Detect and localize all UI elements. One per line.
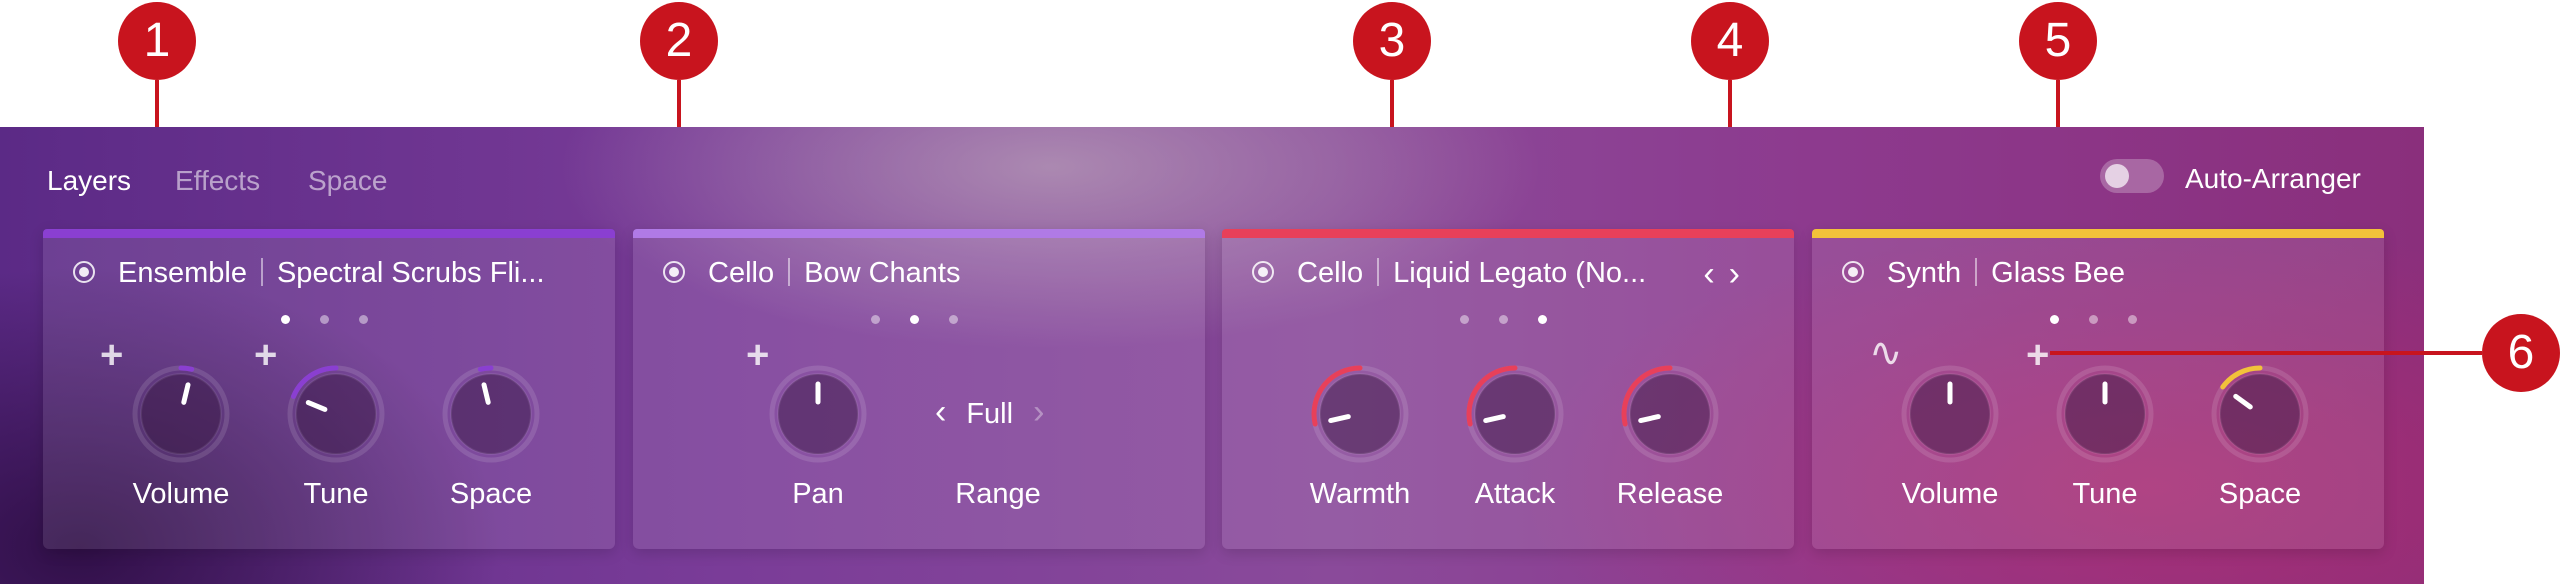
layer-title[interactable]: Cello Liquid Legato (No... bbox=[1297, 257, 1646, 290]
layer-power-button[interactable] bbox=[1842, 261, 1864, 283]
preset-prev-chevron-icon[interactable]: ‹ bbox=[1703, 255, 1728, 293]
preset-nav[interactable]: ‹› bbox=[1703, 255, 1754, 294]
page-dot-3[interactable] bbox=[2128, 315, 2137, 324]
layer-accent-strip bbox=[1222, 229, 1794, 238]
layer-accent-strip bbox=[43, 229, 615, 238]
knob-release[interactable] bbox=[1615, 359, 1725, 469]
page-dot-2[interactable] bbox=[910, 315, 919, 324]
page-dot-3[interactable] bbox=[1538, 315, 1547, 324]
instrument-name: Synth bbox=[1887, 257, 1962, 289]
callout-3: 3 bbox=[1353, 2, 1431, 80]
add-modulation-icon[interactable]: + bbox=[254, 335, 277, 375]
range-selector[interactable]: ‹ Full › bbox=[915, 393, 1064, 432]
range-next-chevron-icon[interactable]: › bbox=[1033, 393, 1044, 432]
layer-card-1: Ensemble Spectral Scrubs Fli... + + Volum… bbox=[43, 229, 615, 549]
knob-body bbox=[1319, 373, 1401, 455]
auto-arranger-label: Auto-Arranger bbox=[2185, 163, 2361, 194]
title-separator bbox=[788, 258, 791, 286]
knob-tune[interactable] bbox=[281, 359, 391, 469]
preset-name: Bow Chants bbox=[804, 257, 961, 289]
add-modulation-icon[interactable]: + bbox=[100, 335, 123, 375]
knob-label: Warmth bbox=[1309, 478, 1411, 510]
preset-name: Glass Bee bbox=[1991, 257, 2125, 289]
layers-panel: Layers Effects Space Auto-Arranger Ensem… bbox=[0, 127, 2424, 584]
layer-accent-strip bbox=[633, 229, 1205, 238]
preset-name: Liquid Legato (No... bbox=[1393, 257, 1647, 289]
knob-body bbox=[450, 373, 532, 455]
range-value: Full bbox=[966, 398, 1014, 430]
knob-value-arc bbox=[178, 365, 195, 372]
knob-label: Attack bbox=[1474, 478, 1556, 510]
tab-layers[interactable]: Layers bbox=[47, 165, 131, 197]
layer-card-4: Synth Glass Bee ∿ + Volume Tune Space bbox=[1812, 229, 2384, 549]
callout-4: 4 bbox=[1691, 2, 1769, 80]
range-label: Range bbox=[955, 478, 1041, 510]
add-modulation-icon[interactable]: + bbox=[2026, 335, 2049, 375]
knob-body bbox=[140, 373, 222, 455]
page-dot-2[interactable] bbox=[320, 315, 329, 324]
knob-label: Pan bbox=[792, 478, 844, 510]
knob-warmth[interactable] bbox=[1305, 359, 1415, 469]
knob-label: Release bbox=[1616, 478, 1724, 510]
knob-label: Tune bbox=[303, 478, 369, 510]
knob-value-arc bbox=[477, 365, 494, 372]
page-dot-3[interactable] bbox=[359, 315, 368, 324]
page-dot-1[interactable] bbox=[871, 315, 880, 324]
layer-title[interactable]: Cello Bow Chants bbox=[708, 257, 960, 290]
callout-2: 2 bbox=[640, 2, 718, 80]
layer-power-button[interactable] bbox=[663, 261, 685, 283]
page-dot-2[interactable] bbox=[2089, 315, 2098, 324]
knob-volume[interactable] bbox=[126, 359, 236, 469]
knob-body bbox=[2219, 373, 2301, 455]
knob-label: Space bbox=[2218, 478, 2302, 510]
layer-power-button[interactable] bbox=[1252, 261, 1274, 283]
page-dot-1[interactable] bbox=[2050, 315, 2059, 324]
page-dot-1[interactable] bbox=[281, 315, 290, 324]
layer-accent-strip bbox=[1812, 229, 2384, 238]
page-dots[interactable] bbox=[871, 315, 958, 327]
knob-label: Volume bbox=[1901, 478, 1999, 510]
layer-power-button[interactable] bbox=[73, 261, 95, 283]
instrument-name: Ensemble bbox=[118, 257, 247, 289]
page-dot-3[interactable] bbox=[949, 315, 958, 324]
page-dots[interactable] bbox=[1460, 315, 1547, 327]
knob-label: Volume bbox=[132, 478, 230, 510]
callout-6: 6 bbox=[2482, 314, 2560, 392]
knob-body bbox=[1629, 373, 1711, 455]
instrument-name: Cello bbox=[1297, 257, 1364, 289]
knob-tune[interactable] bbox=[2050, 359, 2160, 469]
auto-arranger-toggle[interactable] bbox=[2100, 159, 2164, 193]
page-dots[interactable] bbox=[2050, 315, 2137, 327]
range-prev-chevron-icon[interactable]: ‹ bbox=[935, 393, 946, 432]
title-separator bbox=[1975, 258, 1978, 286]
title-separator bbox=[1377, 258, 1380, 286]
preset-name: Spectral Scrubs Fli... bbox=[276, 257, 545, 289]
layer-card-2: Cello Bow Chants + Pan ‹ Full › Range bbox=[633, 229, 1205, 549]
page-dot-1[interactable] bbox=[1460, 315, 1469, 324]
knob-body bbox=[1474, 373, 1556, 455]
knob-space[interactable] bbox=[2205, 359, 2315, 469]
knob-space[interactable] bbox=[436, 359, 546, 469]
tab-space[interactable]: Space bbox=[308, 165, 387, 197]
layer-card-3: Cello Liquid Legato (No... ‹› Warmth Atta… bbox=[1222, 229, 1794, 549]
knob-attack[interactable] bbox=[1460, 359, 1570, 469]
title-separator bbox=[260, 258, 263, 286]
layer-title[interactable]: Ensemble Spectral Scrubs Fli... bbox=[118, 257, 545, 290]
layer-title[interactable]: Synth Glass Bee bbox=[1887, 257, 2125, 290]
toggle-knob bbox=[2105, 164, 2129, 188]
knob-pan[interactable] bbox=[763, 359, 873, 469]
knob-body bbox=[295, 373, 377, 455]
knob-label: Tune bbox=[2072, 478, 2138, 510]
callout-5: 5 bbox=[2019, 2, 2097, 80]
instrument-name: Cello bbox=[708, 257, 775, 289]
page-dot-2[interactable] bbox=[1499, 315, 1508, 324]
callout-6-line bbox=[2050, 351, 2482, 355]
knob-label: Space bbox=[449, 478, 533, 510]
preset-next-chevron-icon[interactable]: › bbox=[1729, 255, 1754, 293]
knob-volume[interactable] bbox=[1895, 359, 2005, 469]
callout-1: 1 bbox=[118, 2, 196, 80]
tab-effects[interactable]: Effects bbox=[175, 165, 260, 197]
page-dots[interactable] bbox=[281, 315, 368, 327]
